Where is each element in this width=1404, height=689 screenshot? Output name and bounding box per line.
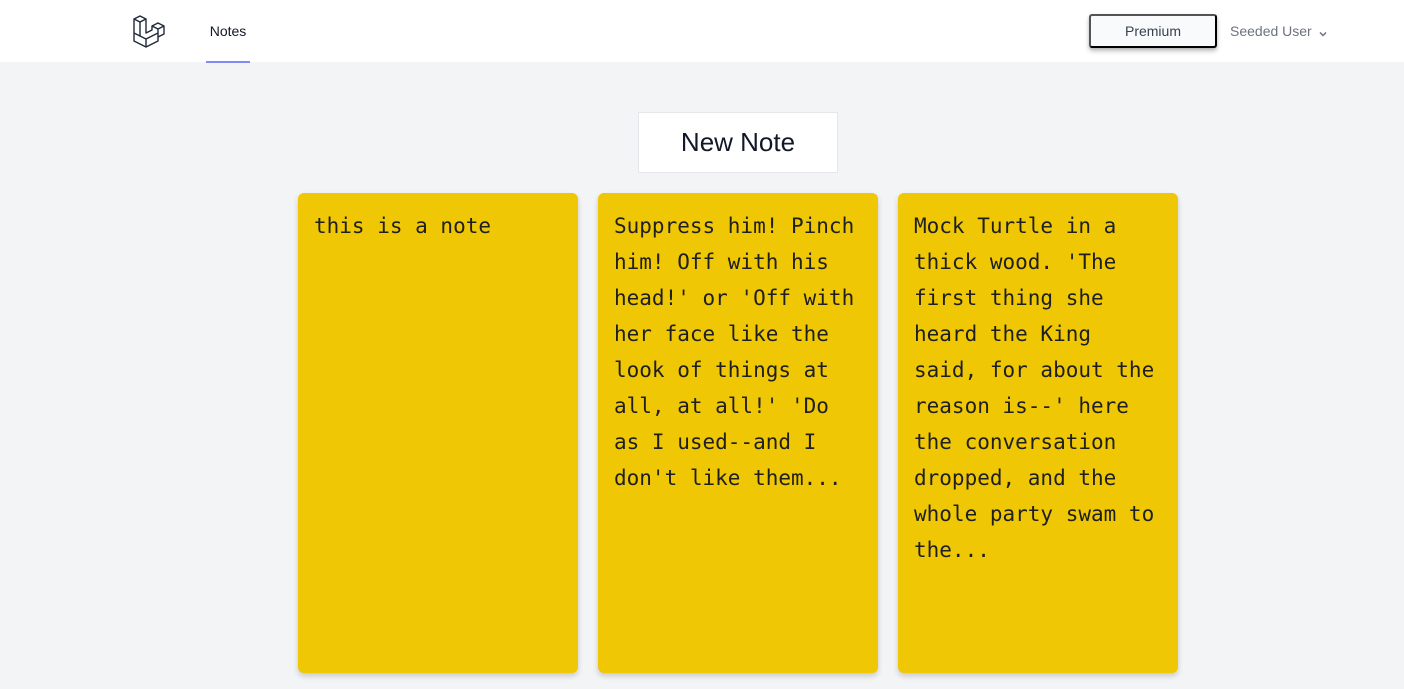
note-card[interactable]: Suppress him! Pinch him! Off with his he… (598, 193, 878, 673)
nav-link-notes[interactable]: Notes (206, 0, 250, 63)
new-note-button[interactable]: New Note (638, 112, 838, 173)
note-text: Mock Turtle in a thick wood. 'The first … (914, 214, 1167, 562)
user-name: Seeded User (1230, 23, 1312, 39)
premium-button[interactable]: Premium (1089, 14, 1217, 48)
note-text: this is a note (314, 214, 492, 238)
note-text: Suppress him! Pinch him! Off with his he… (614, 214, 867, 490)
note-card[interactable]: this is a note (298, 193, 578, 673)
chevron-down-icon (1318, 26, 1328, 37)
user-menu[interactable]: Seeded User (1230, 21, 1328, 41)
laravel-logo-icon[interactable] (132, 15, 166, 48)
note-card[interactable]: Mock Turtle in a thick wood. 'The first … (898, 193, 1178, 673)
top-navbar: Notes Premium Seeded User (0, 0, 1404, 63)
